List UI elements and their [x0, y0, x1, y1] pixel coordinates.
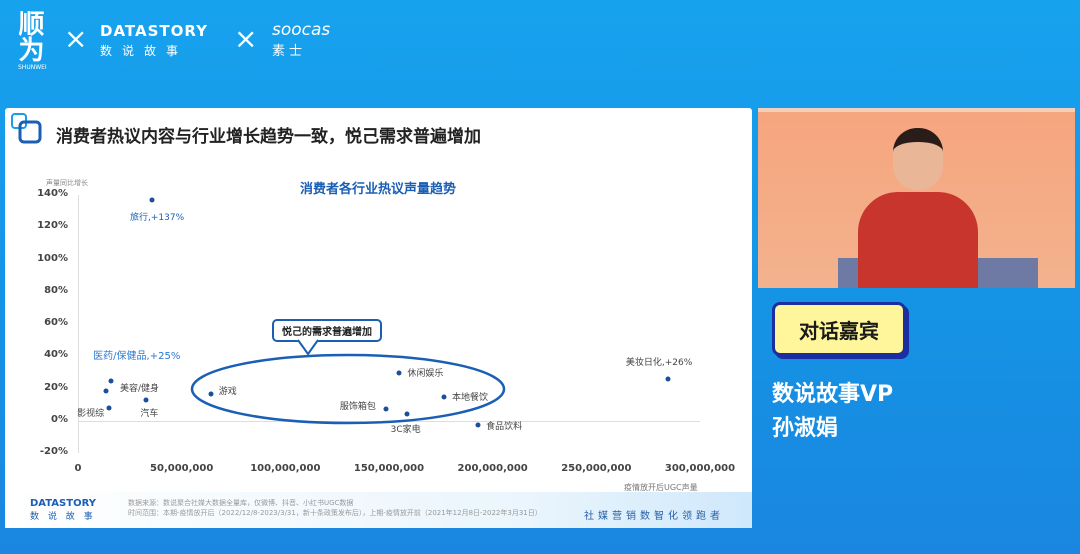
- guest-body: [858, 192, 978, 288]
- shunwei-logo: 顺为: [14, 10, 44, 62]
- y-tick-label: 60%: [44, 317, 68, 329]
- video-top-strip: [758, 108, 1075, 112]
- data-point-label: 旅行,+137%: [130, 212, 185, 223]
- slide-title-icon: [11, 113, 42, 144]
- shunwei-logo-sub: SHUNWEI: [18, 64, 47, 71]
- x-tick-label: 200,000,000: [457, 463, 528, 474]
- callout-box: 悦己的需求普遍增加: [272, 319, 382, 342]
- guest-video: [758, 108, 1075, 288]
- footer-notes: 数据来源：数说聚合社媒大数据全量库，仅微博、抖音、小红书UGC数据时间范围：本期…: [128, 498, 542, 518]
- callout-pointer: [297, 339, 319, 356]
- data-point: [108, 378, 114, 384]
- y-tick-label: -20%: [39, 446, 68, 458]
- guest-role: 数说故事VP: [772, 382, 894, 407]
- footer-logo: DATASTORY 数 说 故 事: [30, 498, 96, 522]
- data-point-label: 美容/健身: [119, 384, 160, 395]
- y-tick-label: 20%: [44, 381, 68, 393]
- y-tick-label: 40%: [44, 349, 68, 361]
- footer-logo-cn: 数 说 故 事: [30, 512, 96, 522]
- data-point: [665, 376, 671, 382]
- guest-name: 孙淑娟: [772, 416, 839, 441]
- y-tick-label: 140%: [37, 188, 68, 199]
- soocas-cn: 素士: [272, 44, 307, 59]
- y-tick-label: 0%: [51, 414, 68, 425]
- guest-head: [893, 128, 943, 190]
- data-point-label: 医药/保健品,+25%: [93, 350, 181, 362]
- data-point-label: 汽车: [140, 409, 159, 419]
- footer-period: 时间范围：本期-疫情放开后（2022/12/8-2023/3/31，新十条政策发…: [128, 509, 542, 517]
- footer-logo-en: DATASTORY: [30, 498, 96, 509]
- datastory-cn: 数说故事: [100, 44, 189, 58]
- data-point: [143, 397, 149, 403]
- footer-source: 数据来源：数说聚合社媒大数据全量库，仅微博、抖音、小红书UGC数据: [128, 499, 354, 507]
- x-tick-label: 50,000,000: [150, 463, 214, 474]
- datastory-logo: DATASTORY 数说故事: [100, 22, 208, 59]
- chart-title: 消费者各行业热议声量趋势: [300, 182, 457, 197]
- x-tick-label: 0: [74, 463, 82, 474]
- x-tick-label: 250,000,000: [561, 463, 632, 474]
- soocas-en: soocas: [272, 20, 331, 40]
- times-icon: ×: [234, 22, 258, 55]
- data-point-label: 影视综: [77, 409, 105, 420]
- y-tick-label: 120%: [37, 220, 68, 232]
- x-tick-label: 100,000,000: [250, 463, 321, 474]
- data-point: [103, 388, 109, 394]
- x-tick-label: 300,000,000: [664, 463, 736, 474]
- data-point: [106, 405, 112, 411]
- y-tick-label: 100%: [37, 252, 68, 264]
- y-tick-label: 80%: [44, 284, 68, 296]
- footer-slogan: 社媒营销数智化领跑者: [584, 511, 724, 522]
- guest-badge: 对话嘉宾: [772, 302, 906, 356]
- slide-title: 消费者热议内容与行业增长趋势一致，悦己需求普遍增加: [56, 127, 481, 147]
- soocas-logo: soocas 素士: [272, 20, 330, 59]
- data-point: [149, 197, 155, 203]
- times-icon: ×: [64, 22, 88, 55]
- x-tick-label: 150,000,000: [353, 463, 425, 474]
- data-point-label: 美妆日化,+26%: [625, 358, 693, 369]
- datastory-en: DATASTORY: [100, 22, 208, 40]
- y-axis-label: 声量同比增长: [46, 179, 88, 187]
